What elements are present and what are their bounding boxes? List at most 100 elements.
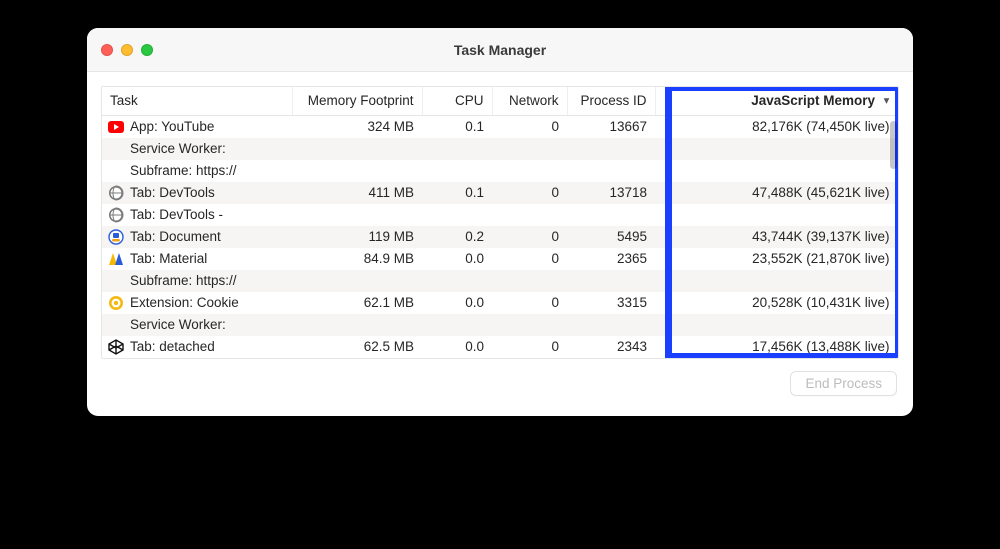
material-icon xyxy=(108,251,124,267)
cell-cpu: 0.2 xyxy=(422,226,492,248)
cell-pid xyxy=(567,204,655,226)
table-row[interactable]: Subframe: https:// xyxy=(102,270,898,292)
cell-task: Service Worker: xyxy=(102,138,292,160)
process-table: Task Memory Footprint CPU Network Proces… xyxy=(102,87,898,358)
cell-network xyxy=(492,160,567,182)
table-header-row: Task Memory Footprint CPU Network Proces… xyxy=(102,87,898,116)
cell-task: Subframe: https:// xyxy=(102,160,292,182)
task-label: Tab: detached xyxy=(130,339,215,354)
task-label: Subframe: https:// xyxy=(130,163,237,178)
col-pid[interactable]: Process ID xyxy=(567,87,655,116)
table-row[interactable]: Subframe: https:// xyxy=(102,160,898,182)
task-label: Subframe: https:// xyxy=(130,273,237,288)
table-row[interactable]: Extension: Cookie62.1 MB0.00331520,528K … xyxy=(102,292,898,314)
sort-descending-icon: ▾ xyxy=(884,96,889,107)
cell-task: Tab: detached xyxy=(102,336,292,358)
cell-cpu: 0.1 xyxy=(422,182,492,204)
cell-memory xyxy=(292,314,422,336)
cell-memory xyxy=(292,270,422,292)
col-task[interactable]: Task xyxy=(102,87,292,116)
cell-pid xyxy=(567,138,655,160)
titlebar[interactable]: Task Manager xyxy=(87,28,913,72)
cell-pid: 3315 xyxy=(567,292,655,314)
cell-pid: 2343 xyxy=(567,336,655,358)
table-row[interactable]: Service Worker: xyxy=(102,314,898,336)
task-label: Tab: Document xyxy=(130,229,221,244)
cell-network xyxy=(492,138,567,160)
process-table-wrap: Task Memory Footprint CPU Network Proces… xyxy=(101,86,899,359)
cell-pid xyxy=(567,314,655,336)
cell-cpu xyxy=(422,270,492,292)
cell-cpu: 0.1 xyxy=(422,116,492,138)
window-title: Task Manager xyxy=(87,42,913,58)
cell-js-memory xyxy=(655,204,898,226)
col-js-memory-label: JavaScript Memory xyxy=(751,93,875,108)
cell-network: 0 xyxy=(492,292,567,314)
close-button[interactable] xyxy=(101,44,113,56)
indent-spacer xyxy=(108,141,124,157)
cell-network: 0 xyxy=(492,248,567,270)
task-label: Service Worker: xyxy=(130,317,226,332)
cell-network: 0 xyxy=(492,226,567,248)
cell-task: Extension: Cookie xyxy=(102,292,292,314)
table-row[interactable]: Tab: DevTools - xyxy=(102,204,898,226)
table-row[interactable]: App: YouTube324 MB0.101366782,176K (74,4… xyxy=(102,116,898,138)
cell-pid xyxy=(567,270,655,292)
footer: End Process xyxy=(101,359,899,402)
col-memory[interactable]: Memory Footprint xyxy=(292,87,422,116)
cell-task: Tab: Material xyxy=(102,248,292,270)
cell-memory: 119 MB xyxy=(292,226,422,248)
table-row[interactable]: Tab: Material84.9 MB0.00236523,552K (21,… xyxy=(102,248,898,270)
vertical-scrollbar[interactable] xyxy=(890,121,897,169)
devtools-icon xyxy=(108,229,124,245)
cell-task: Service Worker: xyxy=(102,314,292,336)
col-js-memory[interactable]: JavaScript Memory ▾ xyxy=(655,87,898,116)
cookie-icon xyxy=(108,295,124,311)
youtube-icon xyxy=(108,119,124,135)
cell-memory: 62.5 MB xyxy=(292,336,422,358)
cell-cpu xyxy=(422,314,492,336)
col-network[interactable]: Network xyxy=(492,87,567,116)
minimize-button[interactable] xyxy=(121,44,133,56)
task-label: Tab: DevTools - xyxy=(130,207,223,222)
table-row[interactable]: Service Worker: xyxy=(102,138,898,160)
cell-network: 0 xyxy=(492,336,567,358)
cell-task: Tab: DevTools xyxy=(102,182,292,204)
table-row[interactable]: Tab: detached 62.5 MB0.00234317,456K (13,… xyxy=(102,336,898,358)
traffic-lights xyxy=(101,44,153,56)
task-label: App: YouTube xyxy=(130,119,214,134)
cell-network: 0 xyxy=(492,116,567,138)
cell-network xyxy=(492,270,567,292)
cell-memory xyxy=(292,204,422,226)
cell-memory: 62.1 MB xyxy=(292,292,422,314)
end-process-button[interactable]: End Process xyxy=(790,371,897,396)
task-label: Tab: DevTools xyxy=(130,185,215,200)
indent-spacer xyxy=(108,317,124,333)
cell-cpu: 0.0 xyxy=(422,336,492,358)
cell-task: Tab: Document xyxy=(102,226,292,248)
cell-js-memory: 47,488K (45,621K live) xyxy=(655,182,898,204)
cell-js-memory: 82,176K (74,450K live) xyxy=(655,116,898,138)
cell-task: Subframe: https:// xyxy=(102,270,292,292)
cell-js-memory: 23,552K (21,870K live) xyxy=(655,248,898,270)
cell-pid xyxy=(567,160,655,182)
globe-icon xyxy=(108,207,124,223)
cell-network xyxy=(492,314,567,336)
col-cpu[interactable]: CPU xyxy=(422,87,492,116)
table-row[interactable]: Tab: Document119 MB0.20549543,744K (39,1… xyxy=(102,226,898,248)
table-row[interactable]: Tab: DevTools411 MB0.101371847,488K (45,… xyxy=(102,182,898,204)
task-label: Tab: Material xyxy=(130,251,207,266)
cell-cpu xyxy=(422,204,492,226)
cell-cpu: 0.0 xyxy=(422,248,492,270)
task-label: Extension: Cookie xyxy=(130,295,239,310)
cell-js-memory xyxy=(655,160,898,182)
content-area: Task Memory Footprint CPU Network Proces… xyxy=(87,72,913,416)
cell-task: App: YouTube xyxy=(102,116,292,138)
cell-pid: 13718 xyxy=(567,182,655,204)
cell-js-memory: 20,528K (10,431K live) xyxy=(655,292,898,314)
cell-cpu xyxy=(422,138,492,160)
cell-pid: 13667 xyxy=(567,116,655,138)
cell-js-memory xyxy=(655,270,898,292)
cell-js-memory: 17,456K (13,488K live) xyxy=(655,336,898,358)
maximize-button[interactable] xyxy=(141,44,153,56)
